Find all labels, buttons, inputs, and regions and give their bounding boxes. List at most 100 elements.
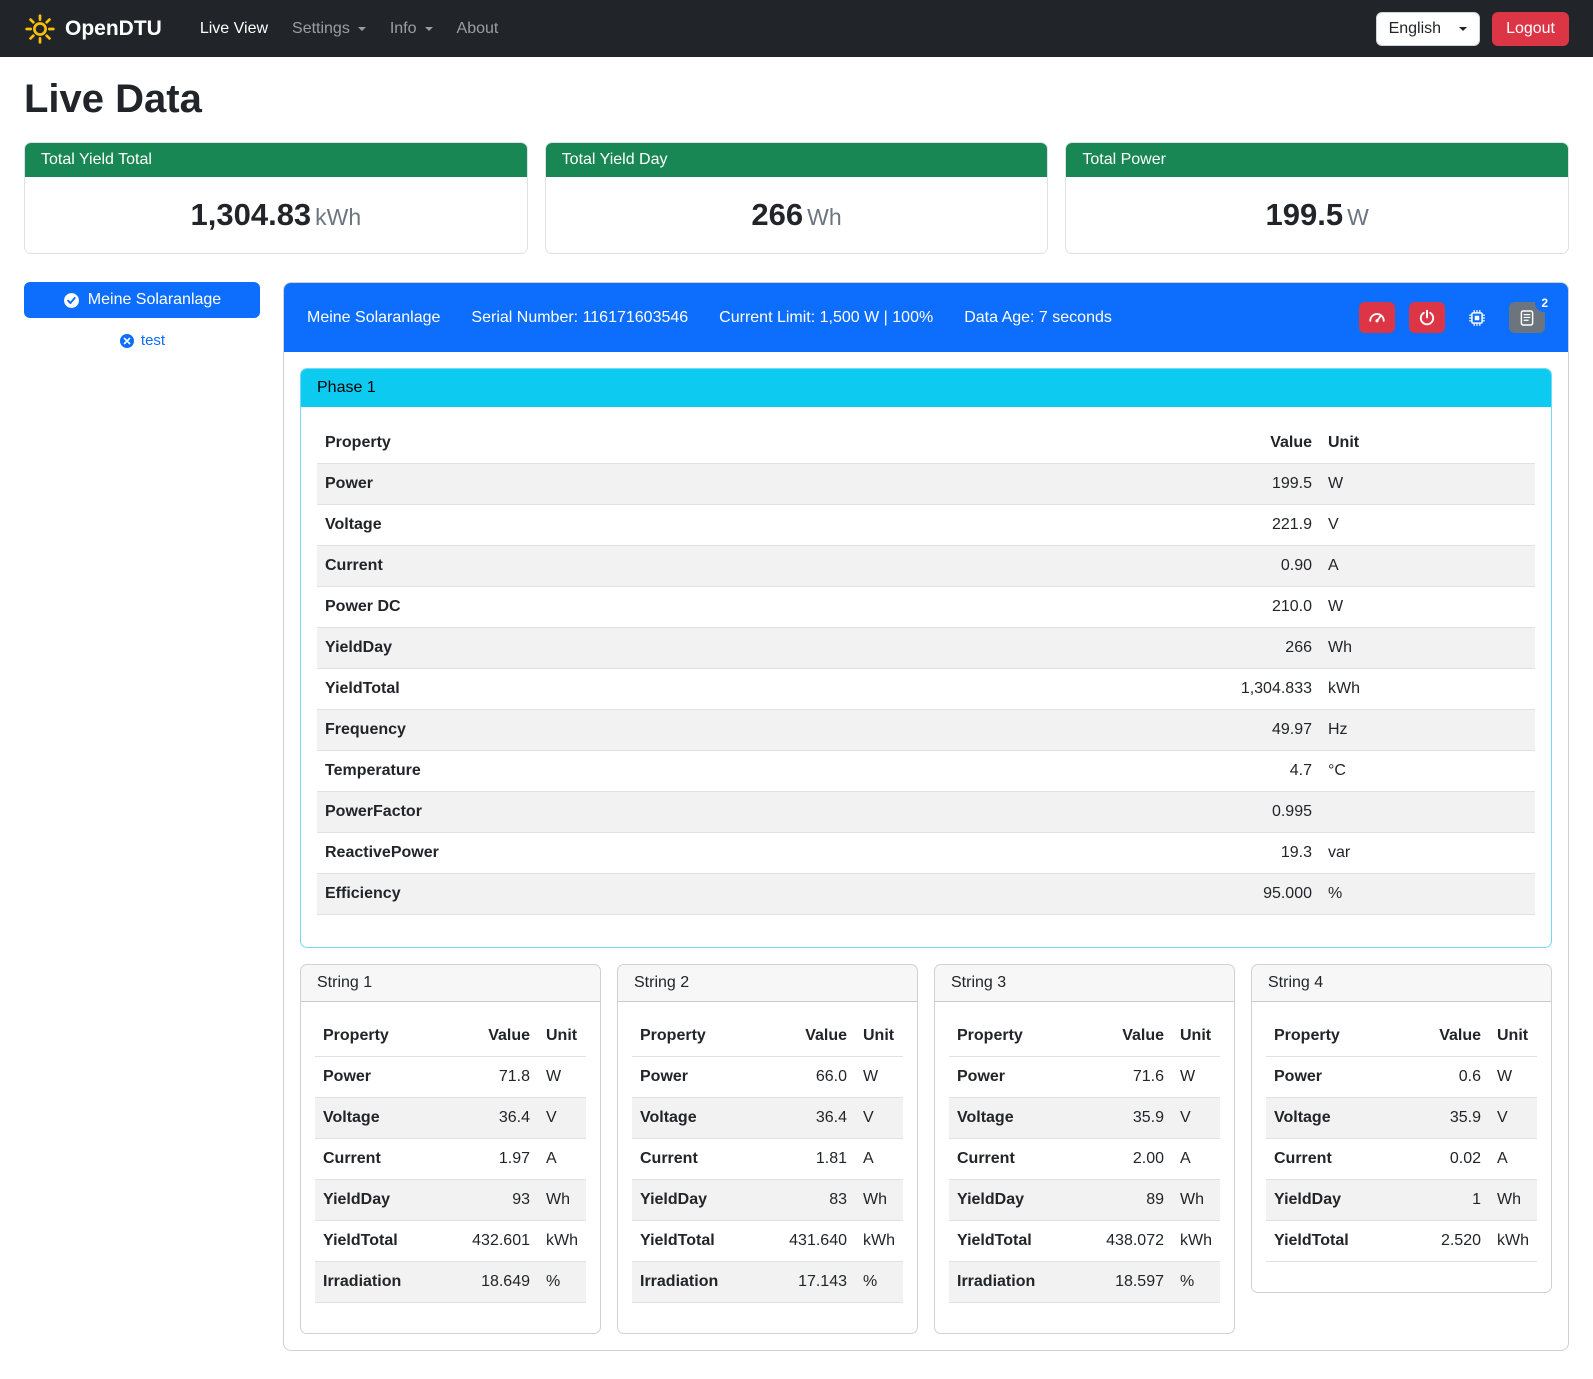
table-row: Voltage35.9V bbox=[949, 1098, 1220, 1139]
summary-card-title: Total Yield Total bbox=[25, 143, 527, 177]
value-cell: 89 bbox=[1080, 1180, 1172, 1221]
table-row: Power66.0W bbox=[632, 1057, 903, 1098]
table-row: YieldTotal1,304.833kWh bbox=[317, 669, 1535, 710]
logout-button[interactable]: Logout bbox=[1492, 12, 1569, 46]
property-cell: Power bbox=[315, 1057, 446, 1098]
page-content: Live Data Total Yield Total1,304.83kWhTo… bbox=[0, 77, 1593, 1379]
column-header: Value bbox=[1190, 423, 1320, 464]
device-info-button[interactable] bbox=[1459, 302, 1495, 333]
unit-cell: % bbox=[538, 1262, 586, 1303]
inverter-select-label: Meine Solaranlage bbox=[88, 291, 221, 309]
language-select[interactable]: English bbox=[1376, 12, 1480, 46]
summary-card-body: 1,304.83kWh bbox=[25, 177, 527, 253]
column-header: Value bbox=[446, 1016, 538, 1057]
inverter-card-header: Meine Solaranlage Serial Number: 1161716… bbox=[284, 283, 1568, 352]
sun-logo-icon bbox=[24, 13, 56, 45]
table-row: Irradiation18.597% bbox=[949, 1262, 1220, 1303]
page-title: Live Data bbox=[24, 77, 1569, 122]
property-cell: Power bbox=[1266, 1057, 1397, 1098]
value-cell: 1.97 bbox=[446, 1139, 538, 1180]
table-row: Current0.02A bbox=[1266, 1139, 1537, 1180]
summary-card-total-power: Total Power199.5W bbox=[1065, 142, 1569, 254]
power-button[interactable] bbox=[1409, 302, 1445, 333]
unit-cell: °C bbox=[1320, 751, 1535, 792]
inverter-card-body: Phase 1 PropertyValueUnitPower199.5WVolt… bbox=[284, 352, 1568, 1350]
column-header: Value bbox=[1397, 1016, 1489, 1057]
value-cell: 199.5 bbox=[1190, 464, 1320, 505]
property-cell: PowerFactor bbox=[317, 792, 1190, 833]
unit-cell: W bbox=[538, 1057, 586, 1098]
summary-card-title: Total Power bbox=[1066, 143, 1568, 177]
nav-item-label: Info bbox=[390, 20, 417, 38]
column-header: Property bbox=[949, 1016, 1080, 1057]
property-cell: YieldDay bbox=[317, 628, 1190, 669]
unit-cell: A bbox=[1489, 1139, 1537, 1180]
value-cell: 1,304.833 bbox=[1190, 669, 1320, 710]
string-card-body: PropertyValueUnitPower71.8WVoltage36.4VC… bbox=[301, 1002, 600, 1333]
table-row: Power71.6W bbox=[949, 1057, 1220, 1098]
table-row: Voltage36.4V bbox=[315, 1098, 586, 1139]
value-cell: 66.0 bbox=[763, 1057, 855, 1098]
table-header-row: PropertyValueUnit bbox=[317, 423, 1535, 464]
string-card-string-1: String 1PropertyValueUnitPower71.8WVolta… bbox=[300, 964, 601, 1334]
value-cell: 0.90 bbox=[1190, 546, 1320, 587]
data-table: PropertyValueUnitPower66.0WVoltage36.4VC… bbox=[632, 1016, 903, 1303]
navbar: OpenDTU Live ViewSettings Info About Engli… bbox=[0, 0, 1593, 57]
table-row: Irradiation18.649% bbox=[315, 1262, 586, 1303]
nav-item-about[interactable]: About bbox=[447, 12, 509, 46]
summary-card-value: 266 bbox=[751, 197, 803, 232]
events-button[interactable]: 2 bbox=[1509, 302, 1545, 333]
table-row: Power199.5W bbox=[317, 464, 1535, 505]
column-header: Unit bbox=[1320, 423, 1535, 464]
string-card-body: PropertyValueUnitPower0.6WVoltage35.9VCu… bbox=[1252, 1002, 1551, 1292]
nav-item-live-view[interactable]: Live View bbox=[190, 12, 278, 46]
column-header: Value bbox=[763, 1016, 855, 1057]
unit-cell: Wh bbox=[538, 1180, 586, 1221]
unit-cell: V bbox=[1489, 1098, 1537, 1139]
property-cell: Power bbox=[632, 1057, 763, 1098]
unit-cell: V bbox=[538, 1098, 586, 1139]
table-row: YieldDay93Wh bbox=[315, 1180, 586, 1221]
brand-title: OpenDTU bbox=[65, 17, 162, 41]
value-cell: 266 bbox=[1190, 628, 1320, 669]
inverter-card: Meine Solaranlage Serial Number: 1161716… bbox=[283, 282, 1569, 1351]
inverter-data-age: Data Age: 7 seconds bbox=[964, 309, 1112, 327]
x-circle-icon bbox=[119, 333, 135, 349]
property-cell: ReactivePower bbox=[317, 833, 1190, 874]
table-row: Power0.6W bbox=[1266, 1057, 1537, 1098]
string-card-title: String 3 bbox=[935, 965, 1234, 1002]
unit-cell: W bbox=[1320, 587, 1535, 628]
property-cell: Power bbox=[949, 1057, 1080, 1098]
value-cell: 95.000 bbox=[1190, 874, 1320, 915]
value-cell: 221.9 bbox=[1190, 505, 1320, 546]
table-row: YieldDay89Wh bbox=[949, 1180, 1220, 1221]
string-card-title: String 2 bbox=[618, 965, 917, 1002]
data-table: PropertyValueUnitPower71.8WVoltage36.4VC… bbox=[315, 1016, 586, 1303]
column-header: Unit bbox=[855, 1016, 903, 1057]
inverter-action-buttons: 2 bbox=[1359, 302, 1545, 333]
value-cell: 1 bbox=[1397, 1180, 1489, 1221]
nav-item-label: About bbox=[457, 20, 499, 38]
data-table: PropertyValueUnitPower71.6WVoltage35.9VC… bbox=[949, 1016, 1220, 1303]
table-row: Power71.8W bbox=[315, 1057, 586, 1098]
property-cell: Current bbox=[1266, 1139, 1397, 1180]
value-cell: 36.4 bbox=[763, 1098, 855, 1139]
inverter-select-test[interactable]: test bbox=[113, 331, 171, 350]
unit-cell: A bbox=[538, 1139, 586, 1180]
unit-cell: W bbox=[1320, 464, 1535, 505]
limit-settings-button[interactable] bbox=[1359, 302, 1395, 333]
property-cell: YieldTotal bbox=[317, 669, 1190, 710]
nav-item-settings[interactable]: Settings bbox=[282, 12, 376, 46]
brand[interactable]: OpenDTU bbox=[24, 13, 162, 45]
value-cell: 35.9 bbox=[1397, 1098, 1489, 1139]
inverter-name: Meine Solaranlage bbox=[307, 309, 440, 327]
unit-cell: kWh bbox=[1489, 1221, 1537, 1262]
unit-cell: kWh bbox=[855, 1221, 903, 1262]
table-row: Current1.81A bbox=[632, 1139, 903, 1180]
unit-cell: W bbox=[855, 1057, 903, 1098]
speedometer-icon bbox=[1368, 309, 1386, 327]
property-cell: Voltage bbox=[1266, 1098, 1397, 1139]
nav-item-info[interactable]: Info bbox=[380, 12, 443, 46]
inverter-select-meine-solaranlage[interactable]: Meine Solaranlage bbox=[24, 282, 260, 318]
summary-card-value: 1,304.83 bbox=[191, 197, 312, 232]
